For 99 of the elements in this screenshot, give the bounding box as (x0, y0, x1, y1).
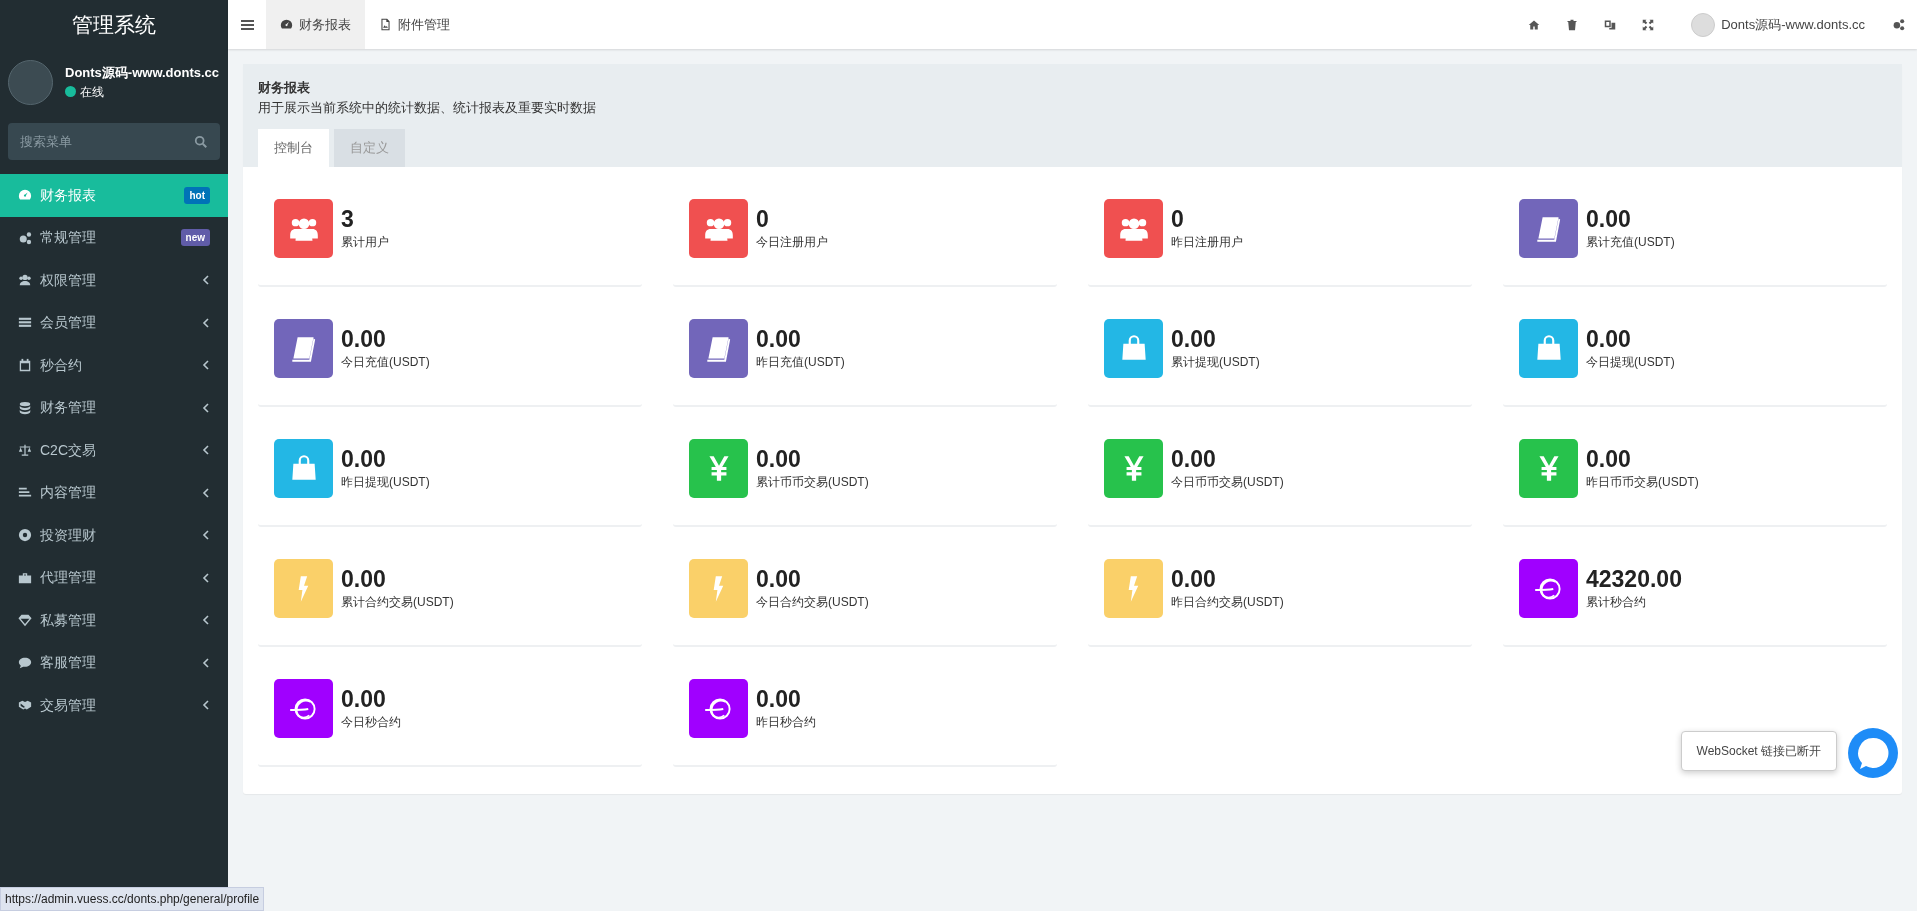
menu-label: 权限管理 (40, 270, 97, 290)
stat-value: 0.00 (341, 445, 387, 474)
panel-description: 用于展示当前系统中的统计数据、统计报表及重要实时数据 (258, 98, 597, 117)
avatar-placeholder (1691, 12, 1716, 37)
stat-label: 今日充值(USDT) (341, 354, 430, 372)
page-tab[interactable]: 财务报表 (266, 0, 365, 49)
stat-value: 0.00 (1171, 565, 1217, 594)
home-icon (1528, 18, 1541, 31)
settings-icon (1891, 18, 1905, 31)
stat-label: 累计用户 (341, 234, 389, 252)
menu-icon (240, 18, 254, 31)
stat-value: 0.00 (1171, 325, 1217, 354)
gears-icon (18, 230, 32, 245)
menu-item[interactable]: 权限管理 (0, 259, 228, 302)
menu-label: 财务管理 (40, 398, 97, 418)
stat-value: 0.00 (341, 685, 387, 714)
stat-label: 昨日注册用户 (1171, 234, 1243, 252)
menu-item[interactable]: 投资理财 (0, 514, 228, 557)
menu-badge: new (180, 229, 210, 247)
menu-badge: hot (184, 186, 210, 204)
stat-value: 0.00 (1586, 325, 1632, 354)
stat-value: 0.00 (341, 325, 387, 354)
trash-icon (1566, 18, 1579, 31)
stat-label: 累计秒合约 (1586, 594, 1647, 612)
menu-label: 秒合约 (40, 355, 83, 375)
users-icon (18, 273, 32, 288)
menu-item[interactable]: C2C交易 (0, 429, 228, 472)
panel-title: 财务报表 (258, 79, 311, 97)
status-bar-url: https://admin.vuess.cc/donts.php/general/profile (0, 887, 265, 911)
lines-icon (18, 485, 32, 500)
list-icon (18, 315, 32, 330)
menu-item[interactable]: 交易管理 (0, 684, 228, 727)
stat-label: 今日合约交易(USDT) (756, 594, 869, 612)
menu-label: 内容管理 (40, 483, 97, 503)
comment-icon (18, 655, 32, 670)
stat-value: 0.00 (1586, 205, 1632, 234)
websocket-tooltip: WebSocket 链接已断开 (1680, 731, 1837, 771)
search-field[interactable]: 搜索菜单 (8, 123, 220, 160)
fullscreen-icon (1642, 18, 1655, 31)
menu-item[interactable]: 私募管理 (0, 599, 228, 642)
page-tab[interactable]: 附件管理 (365, 0, 464, 49)
diamond-icon (18, 613, 32, 628)
menu-item[interactable]: 财务管理 (0, 386, 228, 429)
menu-item[interactable]: 常规管理 new (0, 216, 228, 259)
menu-label: 代理管理 (40, 568, 97, 588)
menu-label: 会员管理 (40, 313, 97, 333)
stat-value: 0.00 (756, 325, 802, 354)
menu-label: 交易管理 (40, 695, 97, 715)
stat-value: 0.00 (756, 445, 802, 474)
stat-label: 今日币币交易(USDT) (1171, 474, 1284, 492)
status-text: 在线 (80, 83, 104, 101)
menu-label: C2C交易 (40, 440, 97, 460)
briefcase-icon (18, 570, 32, 585)
database-icon (18, 400, 32, 415)
stat-value: 3 (341, 205, 355, 234)
menu-label: 私募管理 (40, 610, 97, 630)
stat-label: 今日秒合约 (341, 714, 401, 732)
user-menu[interactable]: Donts源码-www.donts.cc (1677, 0, 1879, 49)
image-icon (379, 18, 392, 31)
stat-label: 昨日提现(USDT) (341, 474, 430, 492)
menu-label: 财务报表 (40, 185, 97, 205)
app-title: 管理系统 (71, 11, 157, 38)
stat-value: 0.00 (1586, 445, 1632, 474)
menu-label: 投资理财 (40, 525, 97, 545)
panel-tab[interactable]: 控制台 (258, 129, 329, 167)
stat-label: 累计提现(USDT) (1171, 354, 1260, 372)
menu-item[interactable]: 财务报表 hot (0, 174, 228, 217)
chat-button[interactable] (1848, 728, 1898, 778)
stat-label: 今日提现(USDT) (1586, 354, 1675, 372)
stat-label: 昨日秒合约 (756, 714, 816, 732)
stat-label: 昨日合约交易(USDT) (1171, 594, 1284, 612)
menu-item[interactable]: 客服管理 (0, 641, 228, 684)
stat-label: 累计充值(USDT) (1586, 234, 1675, 252)
user-name: Donts源码-www.donts.cc (65, 64, 220, 83)
stat-value: 0.00 (756, 565, 802, 594)
menu-item[interactable]: 会员管理 (0, 301, 228, 344)
stat-label: 昨日充值(USDT) (756, 354, 845, 372)
stat-label: 昨日币币交易(USDT) (1586, 474, 1699, 492)
calendar-icon (18, 358, 32, 373)
search-icon (194, 135, 208, 149)
stat-value: 0.00 (341, 565, 387, 594)
stat-value: 0 (1171, 205, 1185, 234)
menu-item[interactable]: 秒合约 (0, 344, 228, 387)
menu-item[interactable]: 内容管理 (0, 471, 228, 514)
status-dot (65, 86, 76, 98)
stat-value: 0.00 (1171, 445, 1217, 474)
avatar-placeholder (8, 59, 53, 105)
chat-bubble-icon (1848, 728, 1898, 778)
stat-label: 累计币币交易(USDT) (756, 474, 869, 492)
stat-label: 今日注册用户 (756, 234, 828, 252)
stat-label: 累计合约交易(USDT) (341, 594, 454, 612)
menu-item[interactable]: 代理管理 (0, 556, 228, 599)
menu-label: 客服管理 (40, 653, 97, 673)
gauge-icon (280, 18, 293, 31)
stat-value: 0.00 (756, 685, 802, 714)
stat-value: 0 (756, 205, 770, 234)
scale-icon (18, 443, 32, 458)
menu-label: 常规管理 (40, 228, 97, 248)
stat-value: 42320.00 (1586, 565, 1682, 594)
